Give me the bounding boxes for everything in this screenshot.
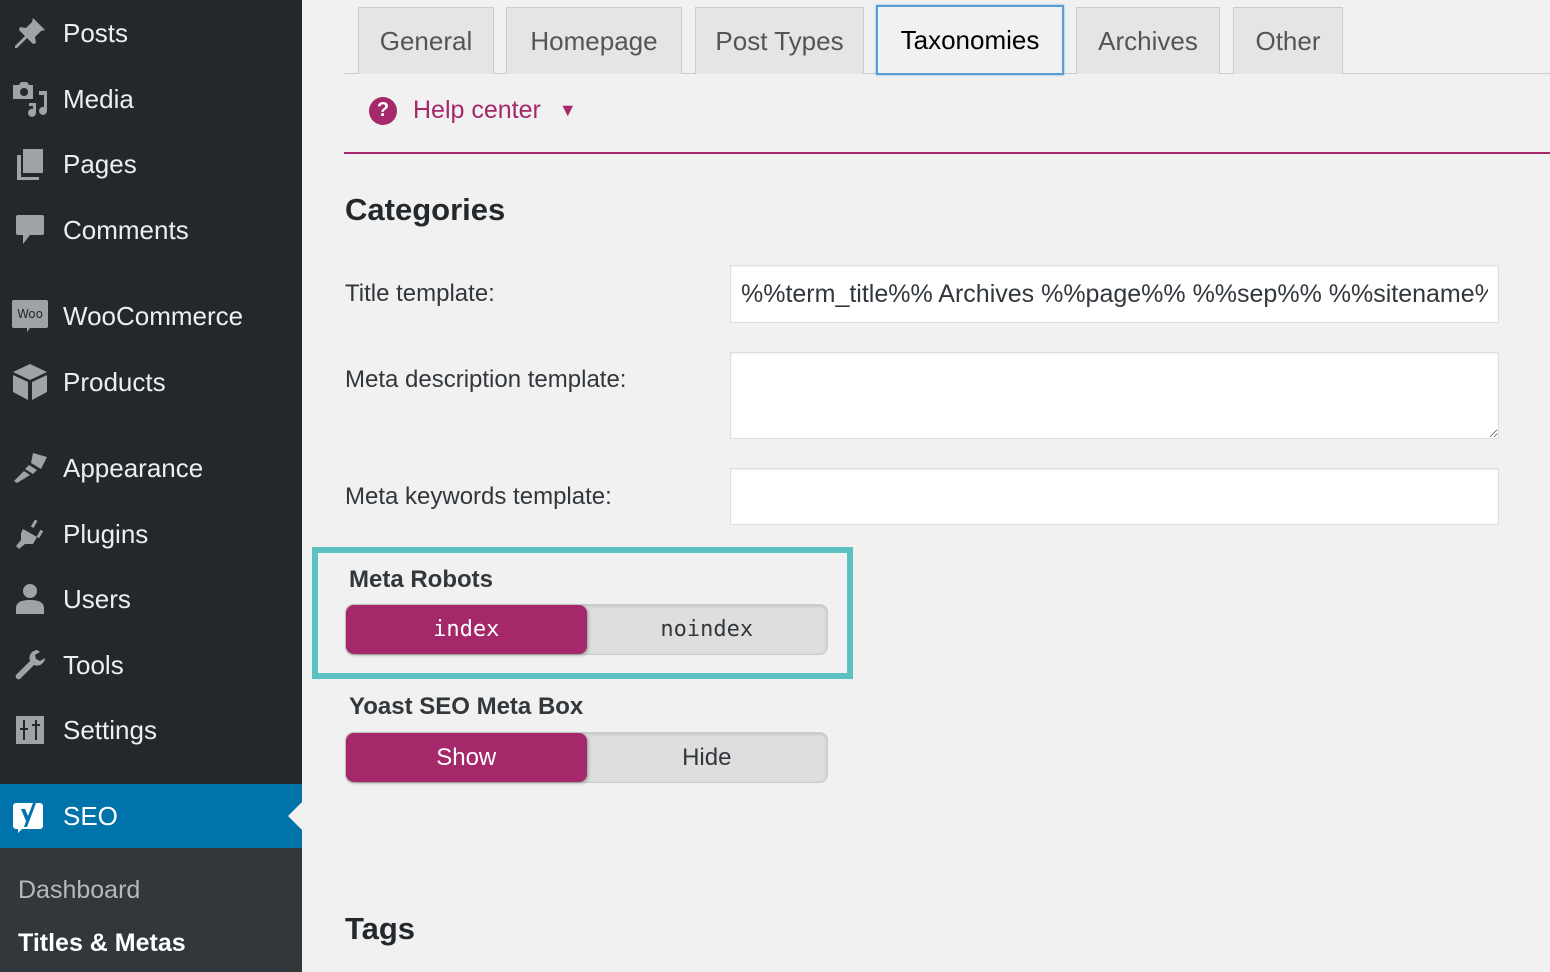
plug-icon (0, 504, 60, 564)
brush-icon (0, 438, 60, 498)
help-center-label: Help center (413, 96, 541, 124)
wrench-icon (0, 635, 60, 695)
sliders-icon (0, 700, 60, 760)
meta-keywords-label: Meta keywords template: (345, 483, 612, 510)
sidebar-item-label: Products (63, 366, 166, 397)
section-title-categories: Categories (345, 192, 506, 227)
divider (344, 152, 1550, 154)
box-icon (0, 352, 60, 412)
tab-other[interactable]: Other (1233, 7, 1343, 74)
title-template-input[interactable] (730, 265, 1499, 323)
meta-keywords-input[interactable] (730, 468, 1499, 525)
comment-icon (0, 200, 60, 260)
svg-text:Woo: Woo (17, 307, 43, 321)
pin-icon (0, 3, 60, 63)
sidebar-item-media[interactable]: Media (0, 69, 302, 129)
sidebar-item-appearance[interactable]: Appearance (0, 438, 302, 498)
user-icon (0, 569, 60, 629)
meta-robots-index-option[interactable]: index (346, 605, 587, 654)
meta-box-label: Yoast SEO Meta Box (349, 693, 584, 720)
pages-icon (0, 134, 60, 194)
meta-description-textarea[interactable] (730, 352, 1499, 439)
sidebar-item-label: Users (63, 583, 131, 614)
settings-tabs: General Homepage Post Types Taxonomies A… (344, 0, 1550, 75)
admin-sidebar: Posts Media Pages Comments Woo WooCommer… (0, 0, 302, 972)
sidebar-item-label: SEO (63, 800, 118, 831)
sidebar-item-label: Plugins (63, 518, 149, 549)
sidebar-item-products[interactable]: Products (0, 352, 302, 412)
submenu-item-titles-metas[interactable]: Titles & Metas (18, 929, 186, 958)
sidebar-item-users[interactable]: Users (0, 569, 302, 629)
tab-general[interactable]: General (358, 7, 494, 74)
woo-icon: Woo (0, 286, 60, 346)
sidebar-item-pages[interactable]: Pages (0, 134, 302, 194)
meta-box-switch: Show Hide (345, 732, 828, 783)
seo-submenu: Dashboard Titles & Metas (0, 848, 302, 972)
media-icon (0, 69, 60, 129)
meta-box-hide-option[interactable]: Hide (587, 733, 828, 782)
submenu-item-dashboard[interactable]: Dashboard (18, 876, 140, 905)
sidebar-item-label: WooCommerce (63, 300, 244, 331)
meta-robots-switch: index noindex (345, 604, 828, 655)
tab-taxonomies[interactable]: Taxonomies (876, 5, 1064, 75)
meta-box-show-option[interactable]: Show (346, 733, 587, 782)
sidebar-item-posts[interactable]: Posts (0, 3, 302, 63)
yoast-icon (0, 786, 60, 846)
meta-description-label: Meta description template: (345, 366, 627, 393)
sidebar-item-label: Comments (63, 214, 189, 245)
section-title-tags: Tags (345, 911, 416, 946)
sidebar-item-label: Posts (63, 17, 129, 48)
sidebar-item-label: Appearance (63, 452, 204, 483)
meta-robots-noindex-option[interactable]: noindex (587, 605, 828, 654)
sidebar-item-tools[interactable]: Tools (0, 635, 302, 695)
sidebar-item-seo[interactable]: SEO (0, 784, 302, 848)
question-icon: ? (369, 96, 397, 125)
tab-homepage[interactable]: Homepage (506, 7, 682, 74)
main-content: General Homepage Post Types Taxonomies A… (302, 0, 1550, 972)
tab-post-types[interactable]: Post Types (695, 7, 864, 74)
sidebar-item-label: Tools (63, 649, 124, 680)
help-center-toggle[interactable]: ? Help center ▼ (369, 96, 577, 125)
active-menu-indicator (288, 802, 302, 830)
sidebar-item-label: Media (63, 83, 134, 114)
sidebar-item-woocommerce[interactable]: Woo WooCommerce (0, 286, 302, 346)
sidebar-item-label: Pages (63, 148, 137, 179)
title-template-label: Title template: (345, 280, 495, 307)
meta-robots-label: Meta Robots (349, 566, 493, 593)
caret-down-icon: ▼ (558, 100, 577, 120)
sidebar-item-label: Settings (63, 714, 157, 745)
sidebar-item-plugins[interactable]: Plugins (0, 504, 302, 564)
tab-archives[interactable]: Archives (1076, 7, 1220, 74)
sidebar-item-comments[interactable]: Comments (0, 200, 302, 260)
sidebar-item-settings[interactable]: Settings (0, 700, 302, 760)
